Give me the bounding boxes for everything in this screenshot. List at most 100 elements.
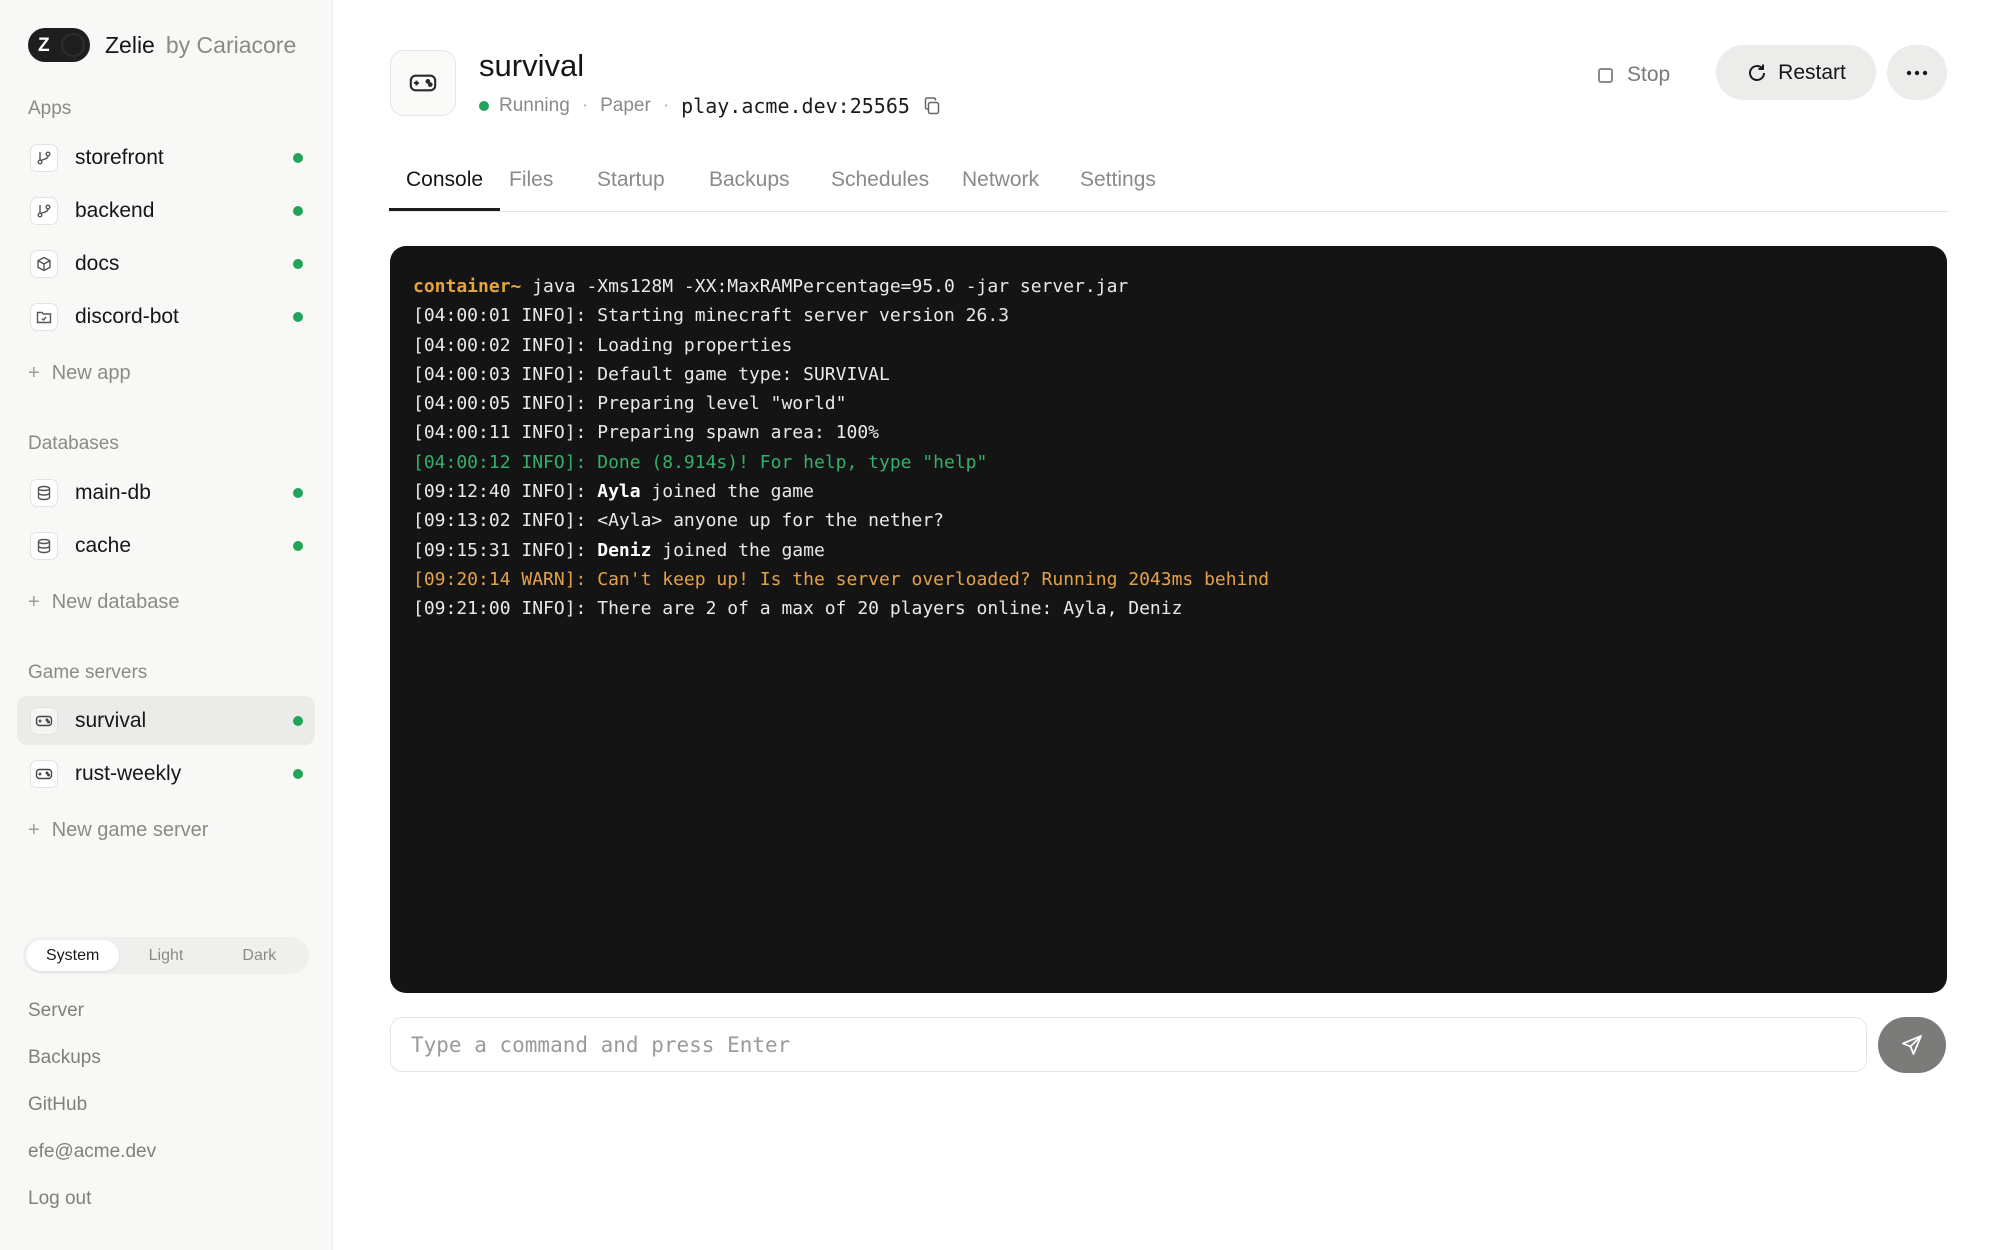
command-input[interactable]	[390, 1017, 1867, 1072]
sidebar-item-label: main-db	[75, 480, 151, 504]
plus-icon: +	[28, 362, 40, 384]
restart-button[interactable]: Restart	[1716, 45, 1876, 100]
sidebar-item-label: rust-weekly	[75, 761, 182, 785]
gamepad-icon	[30, 760, 58, 788]
console-line: [04:00:02 INFO]: Loading properties	[413, 334, 793, 356]
database-icon	[30, 479, 58, 507]
sidebar-item-label: backend	[75, 198, 155, 222]
game-servers-section-title: Game servers	[28, 662, 148, 683]
server-icon	[390, 50, 456, 116]
tab-schedules[interactable]: Schedules	[814, 168, 946, 211]
sidebar-item-label: docs	[75, 251, 120, 275]
new-database-link[interactable]: + New database	[28, 591, 180, 614]
brand-name: Zelie	[105, 31, 155, 58]
tab-settings[interactable]: Settings	[1063, 168, 1173, 211]
plus-icon: +	[28, 591, 40, 613]
console-output[interactable]: container~ java -Xms128M -XX:MaxRAMPerce…	[390, 246, 1947, 993]
separator: ·	[581, 95, 589, 116]
footer-link-logout[interactable]: Log out	[28, 1188, 91, 1210]
theme-option-dark[interactable]: Dark	[213, 940, 306, 971]
log-message: joined the game	[640, 481, 814, 503]
footer-link-email[interactable]: efe@acme.dev	[28, 1141, 156, 1163]
restart-icon	[1749, 64, 1766, 81]
server-meta: Running · Paper · play.acme.dev:25565	[479, 93, 942, 119]
sidebar-item-label: discord-bot	[75, 304, 179, 328]
tab-console[interactable]: Console	[389, 168, 501, 211]
status-dot	[293, 488, 303, 498]
stop-button[interactable]: Stop	[1598, 59, 1670, 91]
log-message: joined the game	[651, 539, 825, 561]
folder-icon	[30, 303, 58, 331]
status-dot	[479, 101, 489, 111]
package-icon	[30, 250, 58, 278]
sidebar-item-rust-weekly[interactable]: rust-weekly	[17, 749, 315, 798]
stop-label: Stop	[1627, 63, 1671, 86]
new-game-server-link[interactable]: + New game server	[28, 819, 208, 842]
tab-bar: Console Files Startup Backups Schedules …	[389, 160, 1949, 212]
plus-icon: +	[28, 819, 40, 841]
page-title: survival	[479, 48, 585, 83]
brand-by: by Cariacore	[165, 31, 297, 58]
tab-startup[interactable]: Startup	[580, 168, 682, 211]
sidebar-item-cache[interactable]: cache	[17, 521, 315, 570]
console-line-success: [04:00:12 INFO]: Done (8.914s)! For help…	[413, 451, 988, 473]
restart-label: Restart	[1778, 60, 1846, 84]
status-dot	[293, 769, 303, 779]
console-command: java -Xms128M -XX:MaxRAMPercentage=95.0 …	[521, 276, 1129, 297]
theme-option-system[interactable]: System	[26, 940, 120, 971]
sidebar-item-discord-bot[interactable]: discord-bot	[17, 292, 315, 341]
sidebar-item-label: storefront	[75, 145, 164, 169]
sidebar: Z Zelie by Cariacore Apps storefront bac…	[0, 0, 333, 1250]
more-icon	[1906, 70, 1928, 75]
console-line: [04:00:03 INFO]: Default game type: SURV…	[413, 363, 890, 385]
theme-option-light[interactable]: Light	[119, 940, 212, 971]
status-dot	[293, 541, 303, 551]
sidebar-item-main-db[interactable]: main-db	[17, 468, 315, 517]
player-name: Ayla	[597, 481, 641, 503]
brand[interactable]: Z Zelie by Cariacore	[28, 27, 296, 63]
main-content: survival Running · Paper · play.acme.dev…	[333, 0, 2000, 1250]
brand-logo: Z	[28, 28, 90, 62]
new-app-link[interactable]: + New app	[28, 362, 131, 385]
footer-link-github[interactable]: GitHub	[28, 1094, 87, 1116]
console-line-warning: [09:20:14 WARN]: Can't keep up! Is the s…	[413, 568, 1270, 590]
footer-link-server[interactable]: Server	[28, 1000, 84, 1022]
console-line: [09:13:02 INFO]: <Ayla> anyone up for th…	[413, 510, 945, 532]
separator: ·	[662, 95, 670, 116]
tab-files[interactable]: Files	[492, 168, 570, 211]
send-icon	[1902, 1035, 1922, 1055]
tab-network[interactable]: Network	[945, 168, 1056, 211]
git-branch-icon	[30, 144, 58, 172]
log-prefix: [09:12:40 INFO]:	[413, 481, 598, 503]
console-line: [09:21:00 INFO]: There are 2 of a max of…	[413, 598, 1183, 620]
console-command-line: container~ java -Xms128M -XX:MaxRAMPerce…	[413, 272, 1924, 301]
theme-switch: System Light Dark	[23, 937, 309, 974]
stop-icon	[1598, 67, 1613, 83]
log-prefix: [09:15:31 INFO]:	[413, 539, 598, 561]
new-app-label: New app	[51, 362, 131, 384]
console-line: [09:12:40 INFO]: Ayla joined the game	[413, 477, 1924, 506]
status-dot	[293, 153, 303, 163]
status-dot	[293, 206, 303, 216]
sidebar-item-survival[interactable]: survival	[17, 696, 315, 745]
tab-backups[interactable]: Backups	[692, 168, 807, 211]
send-button[interactable]	[1878, 1017, 1946, 1073]
sidebar-item-storefront[interactable]: storefront	[17, 133, 315, 182]
gamepad-icon	[30, 707, 58, 735]
apps-section-title: Apps	[28, 98, 72, 119]
git-branch-icon	[30, 197, 58, 225]
sidebar-item-label: survival	[75, 708, 147, 732]
copy-icon[interactable]	[922, 96, 942, 116]
sidebar-item-docs[interactable]: docs	[17, 239, 315, 288]
status-text: Running	[499, 95, 570, 116]
databases-section-title: Databases	[28, 433, 119, 454]
server-address: play.acme.dev:25565	[681, 94, 910, 118]
new-database-label: New database	[51, 591, 180, 613]
database-icon	[30, 532, 58, 560]
status-dot	[293, 716, 303, 726]
console-line: [04:00:01 INFO]: Starting minecraft serv…	[413, 305, 1010, 327]
sidebar-item-backend[interactable]: backend	[17, 186, 315, 235]
footer-link-backups[interactable]: Backups	[28, 1047, 101, 1069]
status-dot	[293, 312, 303, 322]
more-button[interactable]	[1887, 45, 1947, 100]
